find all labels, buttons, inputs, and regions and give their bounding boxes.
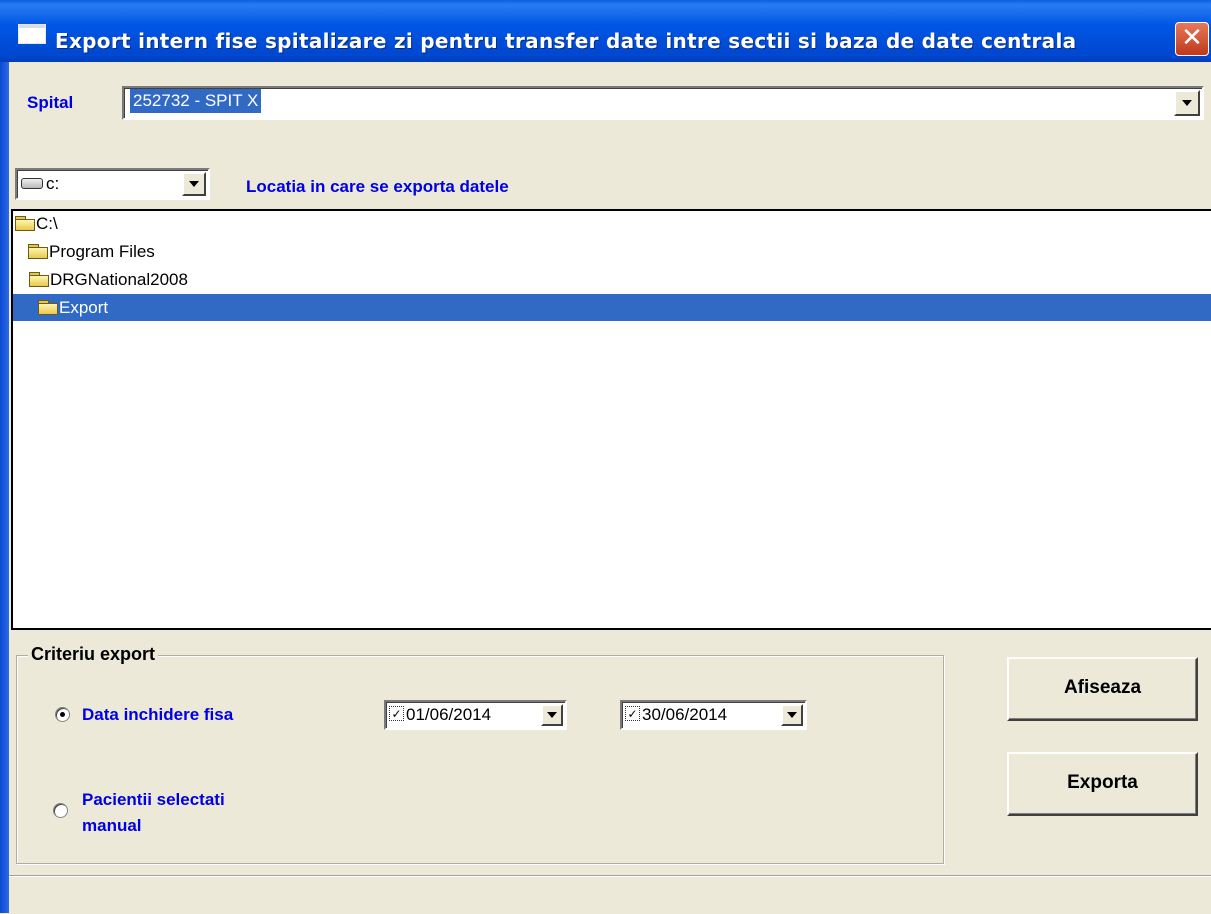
directory-item-export[interactable]: Export: [13, 294, 1211, 321]
afiseaza-button[interactable]: Afiseaza: [1007, 657, 1198, 721]
spital-selected-value: 252732 - SPIT X: [130, 89, 262, 113]
status-bar: [9, 875, 1211, 914]
chevron-down-icon[interactable]: [182, 172, 206, 196]
spital-label: Spital: [27, 93, 74, 112]
title-bar[interactable]: Export intern fise spitalizare zi pentru…: [0, 0, 1211, 62]
drive-combobox[interactable]: c:: [15, 168, 210, 200]
location-label: Locatia in care se exporta datele: [246, 177, 509, 196]
chevron-down-icon[interactable]: [1174, 90, 1200, 116]
chevron-down-icon[interactable]: [541, 704, 563, 726]
open-folder-icon: [29, 271, 49, 287]
directory-item-root[interactable]: C:\: [15, 210, 58, 237]
close-button[interactable]: ✕: [1175, 22, 1209, 56]
directory-item-drgnational2008[interactable]: DRGNational2008: [29, 266, 188, 293]
open-folder-icon: [38, 299, 58, 315]
drive-value: c:: [46, 174, 60, 193]
date-to-checkbox[interactable]: ✓: [625, 706, 640, 721]
window-border: [0, 62, 9, 913]
window-icon: [18, 24, 46, 44]
data-inchidere-label[interactable]: Data inchidere fisa: [82, 705, 233, 725]
criteriu-export-title: Criteriu export: [28, 644, 159, 665]
open-folder-icon: [15, 215, 35, 231]
drive-icon: [21, 178, 43, 189]
radio-pacienti-manual[interactable]: [53, 803, 68, 818]
exporta-button[interactable]: Exporta: [1007, 752, 1198, 816]
criteriu-export-group: [16, 655, 944, 864]
chevron-down-icon[interactable]: [781, 704, 803, 726]
open-folder-icon: [28, 243, 48, 259]
date-to-picker[interactable]: ✓ 30/06/2014: [620, 700, 807, 730]
radio-data-inchidere[interactable]: [55, 707, 70, 722]
date-to-value: 30/06/2014: [642, 705, 728, 724]
pacienti-manual-label-line1[interactable]: Pacientii selectati: [82, 790, 225, 810]
pacienti-manual-label-line2[interactable]: manual: [82, 816, 142, 836]
date-from-value: 01/06/2014: [406, 705, 492, 724]
date-from-picker[interactable]: ✓ 01/06/2014: [384, 700, 567, 730]
window-title: Export intern fise spitalizare zi pentru…: [55, 29, 1077, 53]
spital-combobox[interactable]: 252732 - SPIT X: [122, 86, 1204, 120]
directory-item-program-files[interactable]: Program Files: [28, 238, 155, 265]
directory-list[interactable]: C:\ Program Files DRGNational2008 Export: [11, 209, 1211, 630]
date-from-checkbox[interactable]: ✓: [389, 706, 404, 721]
